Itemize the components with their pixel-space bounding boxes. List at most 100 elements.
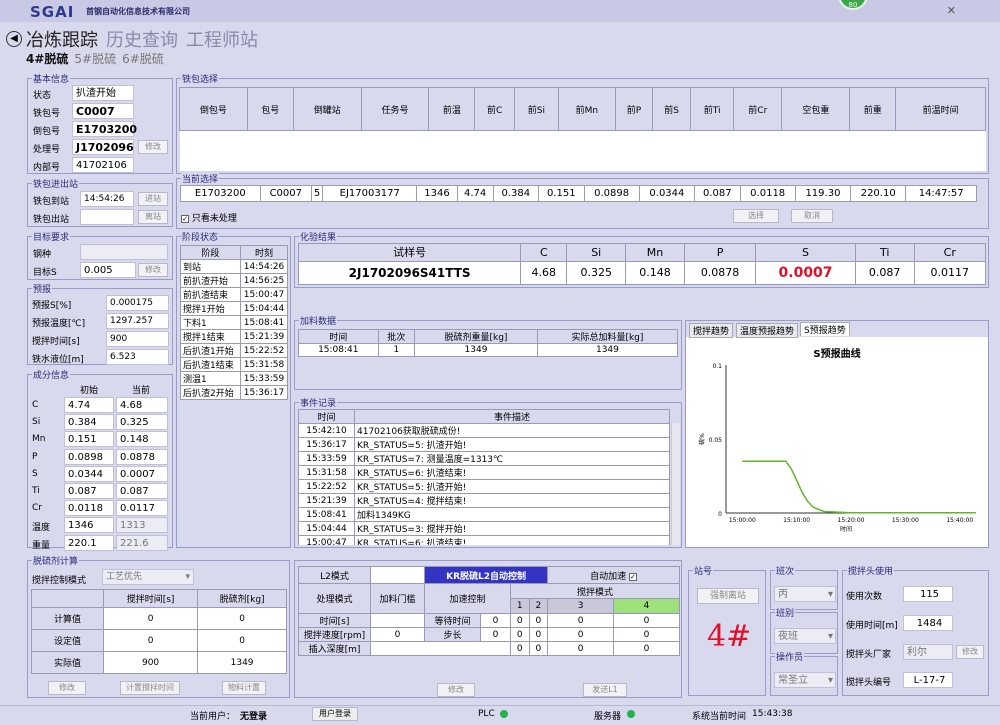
event-row[interactable]: 15:31:58 KR_STATUS=6: 扒渣结束!	[298, 465, 670, 480]
depth-m2[interactable]: 0	[528, 641, 549, 656]
maker-label: 搅拌头厂家	[846, 650, 892, 660]
event-time: 15:31:58	[298, 465, 355, 480]
event-row[interactable]: 15:42:10 41702106获取脱硫成份!	[298, 423, 670, 438]
auto-accel-checkbox[interactable]: ✓	[628, 572, 637, 581]
current-cell: 220.10	[850, 185, 907, 202]
current-value: 221.6	[116, 534, 168, 551]
step-value[interactable]: 0	[480, 627, 511, 642]
speed-m3[interactable]: 0	[547, 627, 615, 642]
panel-title: 化验结果	[299, 230, 338, 243]
col-desc: 事件描述	[354, 409, 670, 424]
mode-4[interactable]: 4	[613, 598, 680, 614]
event-row[interactable]: 15:04:44 KR_STATUS=3: 搅拌开始!	[298, 521, 670, 536]
event-desc: KR_STATUS=4: 搅拌结束!	[354, 493, 670, 508]
feed-gate-label: 加料门槛	[370, 583, 425, 614]
depth-m1[interactable]: 0	[510, 641, 530, 656]
back-icon[interactable]: ◀	[6, 31, 22, 47]
current-value: 0.0117	[116, 500, 168, 517]
event-row[interactable]: 15:33:59 KR_STATUS=7: 测量温度=1313℃	[298, 451, 670, 466]
mode-2[interactable]: 2	[528, 598, 549, 614]
chart-title: S预报曲线	[813, 347, 860, 360]
stir-mode-select[interactable]: 工艺优先 ▾	[102, 569, 194, 585]
agent-value[interactable]: 0	[197, 629, 287, 652]
stage-row: 搅拌1开始 15:04:44	[180, 301, 288, 316]
current-value: 0.325	[116, 414, 168, 431]
forecast-temp-value: 1297.257	[106, 313, 169, 329]
events-list[interactable]: 时间 事件描述 15:42:10 41702106获取脱硫成份! 15:36:17 KR…	[298, 409, 680, 545]
wait-value[interactable]: 0	[480, 613, 511, 628]
time-m3[interactable]: 0	[547, 613, 615, 628]
modify-desulf-button[interactable]: 修改	[48, 681, 86, 695]
tab-station-4[interactable]: 4#脱硫	[26, 52, 68, 66]
pour-no-value: E1703200	[72, 121, 137, 137]
speed-gate[interactable]: 0	[370, 627, 425, 642]
modify-basic-button[interactable]: 修改	[138, 140, 168, 154]
time-m2[interactable]: 0	[528, 613, 549, 628]
forecast-panel: 预报 预报S[%] 0.000175 预报温度[℃] 1297.257 搅拌时间…	[27, 282, 173, 365]
cancel-button[interactable]: 取消	[791, 209, 833, 223]
enter-station-button[interactable]: 进站	[138, 192, 168, 206]
modify-target-button[interactable]: 修改	[138, 263, 168, 277]
tab-station-5[interactable]: 5#脱硫	[74, 52, 116, 66]
depth-gate[interactable]	[370, 641, 511, 656]
desulf-row: 计算值 0 0	[31, 607, 287, 630]
agent-value[interactable]: 1349	[197, 651, 287, 674]
modify-l2-button[interactable]: 修改	[437, 683, 475, 697]
stir-time-value[interactable]: 0	[102, 607, 199, 630]
tab-station-6[interactable]: 6#脱硫	[122, 52, 164, 66]
tab-stir-trend[interactable]: 搅拌趋势	[689, 323, 734, 338]
time-m4[interactable]: 0	[613, 613, 680, 628]
force-leave-button[interactable]: 强制离站	[697, 588, 759, 604]
tab-s-forecast[interactable]: S预报趋势	[800, 322, 850, 336]
proc-mode-label: 处理模式	[298, 583, 371, 614]
current-cell: EJ17003177	[322, 185, 418, 202]
event-row[interactable]: 15:22:52 KR_STATUS=5: 扒渣开始!	[298, 479, 670, 494]
event-row[interactable]: 15:08:41 加料1349KG	[298, 507, 670, 522]
tab-temp-forecast[interactable]: 温度预报趋势	[736, 323, 799, 338]
only-unprocessed-checkbox[interactable]: ✓ 只看未处理	[181, 211, 237, 224]
speed-m4[interactable]: 0	[613, 627, 680, 642]
stage-row: 前扒渣开始 14:56:25	[180, 273, 288, 288]
group-panel: 班别 夜班 ▾	[770, 606, 838, 654]
assay-table: 试样号 C Si Mn P S Ti Cr 2J1702096S41TTS 4.68 0.325 0…	[297, 243, 987, 286]
depth-m4[interactable]: 0	[613, 641, 680, 656]
shift-panel: 班次 丙 ▾	[770, 564, 838, 610]
feed-header: 时间	[298, 329, 379, 344]
modify-maker-button[interactable]: 修改	[956, 645, 984, 659]
tab-smelting-tracking[interactable]: 冶炼跟踪	[26, 30, 98, 51]
event-row[interactable]: 15:36:17 KR_STATUS=5: 扒渣开始!	[298, 437, 670, 452]
login-button[interactable]: 用户登录	[312, 707, 358, 721]
tab-engineer-station[interactable]: 工程师站	[186, 30, 258, 51]
stage-time: 15:04:44	[240, 301, 288, 316]
send-l1-button[interactable]: 发送L1	[583, 683, 627, 697]
agent-value[interactable]: 0	[197, 607, 287, 630]
calc-material-button[interactable]: 物料计置	[222, 681, 266, 695]
stir-time-value[interactable]: 900	[102, 651, 199, 674]
leave-station-button[interactable]: 离站	[138, 210, 168, 224]
l2-mode-value	[370, 566, 425, 584]
group-select[interactable]: 夜班 ▾	[774, 628, 836, 644]
server-status-icon	[627, 709, 635, 719]
event-row[interactable]: 15:21:39 KR_STATUS=4: 搅拌结束!	[298, 493, 670, 508]
stir-time-value[interactable]: 0	[102, 629, 199, 652]
depth-m3[interactable]: 0	[547, 641, 615, 656]
shift-select[interactable]: 丙 ▾	[774, 586, 836, 602]
mode-1[interactable]: 1	[510, 598, 530, 614]
close-icon[interactable]: ✕	[947, 4, 956, 17]
speed-m1[interactable]: 0	[510, 627, 530, 642]
col-header: 前Mn	[557, 86, 616, 132]
event-row[interactable]: 15:00:47 KR_STATUS=6: 扒渣结束!	[298, 535, 670, 545]
event-desc: KR_STATUS=5: 扒渣开始!	[354, 437, 670, 452]
tab-history-query[interactable]: 历史查询	[106, 30, 178, 51]
current-cell: 1346	[416, 185, 458, 202]
mode-3[interactable]: 3	[547, 598, 615, 614]
stir-mode-label: 搅拌控制模式	[32, 576, 87, 586]
feed-cell: 15:08:41	[298, 343, 379, 357]
speed-m2[interactable]: 0	[528, 627, 549, 642]
select-button[interactable]: 选择	[733, 209, 779, 223]
events-scrollbar[interactable]	[671, 423, 680, 545]
time-m1[interactable]: 0	[510, 613, 530, 628]
operator-select[interactable]: 常圣立 ▾	[774, 672, 836, 688]
time-gate[interactable]	[370, 613, 425, 628]
calc-stir-time-button[interactable]: 计置搅拌时间	[120, 681, 180, 695]
